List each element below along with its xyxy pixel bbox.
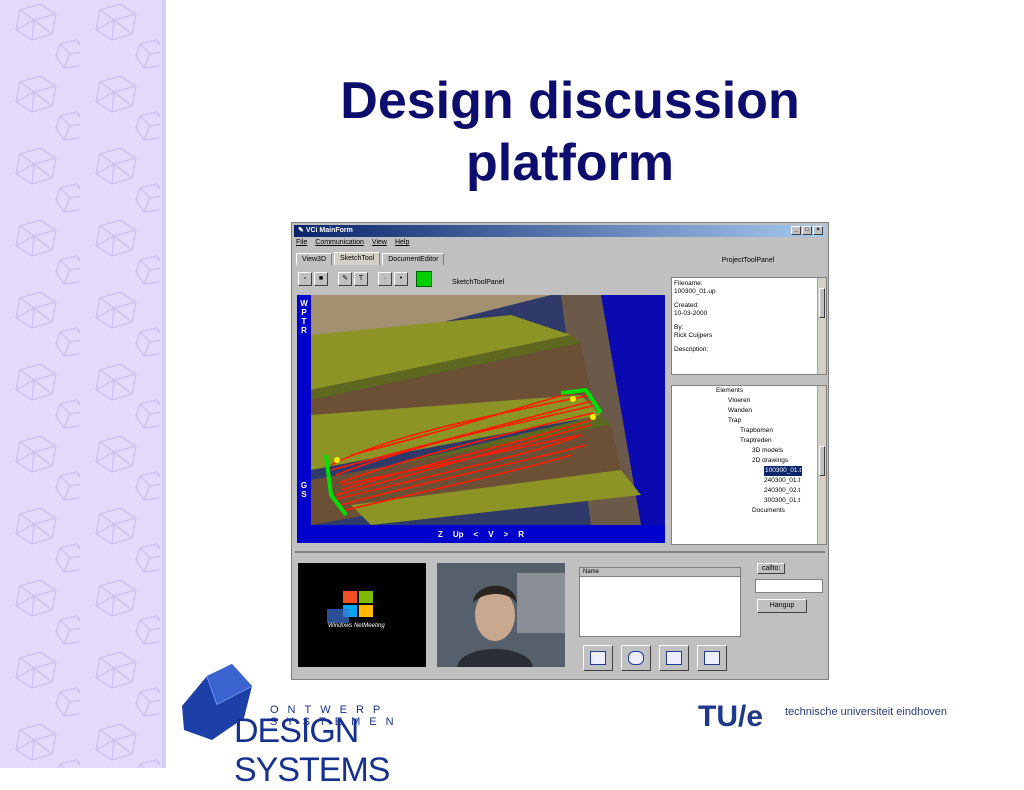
hangup-button[interactable]: Hangup: [757, 599, 807, 613]
tree-item[interactable]: Documents: [752, 506, 785, 516]
title-line-2: platform: [466, 134, 674, 192]
slide-title: Design discussion platform: [300, 70, 840, 194]
side-mode-letters: W P T R G S: [297, 295, 311, 525]
window-title: VCi MainForm: [305, 227, 353, 234]
mode-p[interactable]: P: [297, 308, 311, 317]
menu-help[interactable]: Help: [395, 239, 409, 246]
document-icon: [590, 651, 606, 665]
tree-item-selected[interactable]: 100300_01.t: [764, 466, 803, 476]
project-tool-panel: ProjectToolPanel Filename: 100300_01.up …: [669, 253, 827, 545]
mode-g[interactable]: G: [297, 481, 311, 490]
name-column-header[interactable]: Name: [580, 568, 740, 577]
sketch-marker: [570, 396, 576, 402]
tree-item[interactable]: Vloeren: [728, 396, 750, 406]
tue-logo: TU/e: [698, 700, 764, 733]
sketch-toolbar: ▫ ■ ✎ T · •: [298, 271, 432, 287]
control-r[interactable]: R: [518, 530, 524, 539]
control-right[interactable]: >: [504, 530, 509, 539]
tree-item[interactable]: 3D models: [752, 446, 783, 456]
color-picker-button[interactable]: [416, 271, 432, 287]
menu-communication[interactable]: Communication: [315, 239, 364, 246]
close-button[interactable]: ×: [813, 226, 823, 235]
sketch-marker: [590, 414, 596, 420]
filename-label: Filename:: [674, 280, 703, 287]
netmeeting-text-2: NetMeeting: [353, 623, 385, 629]
tree-item[interactable]: 300300_01.t: [764, 496, 800, 506]
whiteboard-button[interactable]: [659, 645, 689, 671]
chat-icon: [628, 651, 644, 665]
tree-item[interactable]: 240300_01.t: [764, 476, 800, 486]
tree-item[interactable]: 2D drawings: [752, 456, 788, 466]
tree-item[interactable]: Traptreden: [740, 436, 772, 446]
props-scrollbar[interactable]: [817, 278, 826, 374]
file-properties: Filename: 100300_01.up Created: 10-03-20…: [671, 277, 827, 375]
tab-documenteditor[interactable]: DocumentEditor: [382, 253, 445, 265]
mode-t[interactable]: T: [297, 317, 311, 326]
tree-scrollbar[interactable]: [817, 386, 826, 544]
menu-file[interactable]: File: [296, 239, 307, 246]
callto-input[interactable]: [755, 579, 823, 593]
netmeeting-text-1: Windows: [328, 623, 353, 629]
sketch-viewport[interactable]: W P T R G S Z Up < V > R: [297, 295, 665, 543]
mode-w[interactable]: W: [297, 299, 311, 308]
communication-buttons: [583, 645, 727, 671]
share-document-button[interactable]: [583, 645, 613, 671]
tab-view3d[interactable]: View3D: [296, 253, 332, 265]
participant-list[interactable]: Name: [579, 567, 741, 637]
viewport-controls: Z Up < V > R: [297, 525, 665, 543]
design-systems-logo: ONTWERP SYSTEMEN DESIGN SYSTEMS: [172, 652, 502, 789]
toolbar-panel-label: SketchToolPanel: [452, 279, 505, 286]
tab-bar: View3D SketchTool DocumentEditor: [296, 252, 445, 265]
new-file-icon[interactable]: ▫: [298, 272, 312, 286]
title-line-1: Design discussion: [340, 72, 800, 130]
chat-button[interactable]: [621, 645, 651, 671]
polyhedron-pattern: [0, 0, 162, 768]
netmeeting-label: Windows NetMeeting: [328, 623, 385, 629]
sketch-marker: [334, 457, 340, 463]
small-pen-icon[interactable]: ·: [378, 272, 392, 286]
menu-bar: File Communication View Help: [296, 239, 409, 246]
pen-icon[interactable]: ✎: [338, 272, 352, 286]
tue-text: technische universiteit eindhoven: [785, 706, 948, 718]
created-value: 10-03-2000: [674, 310, 708, 317]
save-icon[interactable]: ■: [314, 272, 328, 286]
control-left[interactable]: <: [474, 530, 479, 539]
by-value: Rick Cuijpers: [674, 332, 713, 339]
tree-item[interactable]: 240300_02.t: [764, 486, 800, 496]
tree-item[interactable]: Wanden: [728, 406, 752, 416]
tree-item[interactable]: Elements: [716, 386, 743, 396]
project-tree: Elements Vloeren Wanden Trap Trapbomen T…: [671, 385, 827, 545]
tree-item[interactable]: Trapbomen: [740, 426, 773, 436]
description-label: Description:: [674, 346, 709, 353]
control-z[interactable]: Z: [438, 530, 443, 539]
minimize-button[interactable]: _: [791, 226, 801, 235]
tab-sketchtool[interactable]: SketchTool: [334, 252, 381, 265]
panel-title: ProjectToolPanel: [721, 257, 775, 264]
app-icon: ✎: [298, 227, 306, 234]
by-label: By:: [674, 324, 684, 331]
decorative-sidebar: [0, 0, 162, 768]
control-up[interactable]: Up: [453, 530, 464, 539]
control-v[interactable]: V: [488, 530, 493, 539]
maximize-button[interactable]: □: [802, 226, 812, 235]
app-window: ✎ VCi MainForm _ □ × File Communication …: [291, 222, 829, 680]
logo-title: DESIGN SYSTEMS: [234, 712, 390, 789]
whiteboard-icon: [666, 651, 682, 665]
large-pen-icon[interactable]: •: [394, 272, 408, 286]
created-label: Created:: [674, 302, 699, 309]
mode-s[interactable]: S: [297, 490, 311, 499]
window-titlebar: ✎ VCi MainForm _ □ ×: [294, 225, 826, 237]
file-transfer-icon: [704, 651, 720, 665]
text-icon[interactable]: T: [354, 272, 368, 286]
callto-button[interactable]: callto:: [757, 563, 786, 574]
filename-value: 100300_01.up: [674, 288, 716, 295]
menu-view[interactable]: View: [372, 239, 387, 246]
3d-stair-scene: [311, 295, 665, 525]
tree-item[interactable]: Trap: [728, 416, 741, 426]
sidebar-separator: [162, 0, 166, 768]
file-transfer-button[interactable]: [697, 645, 727, 671]
mode-r[interactable]: R: [297, 326, 311, 335]
